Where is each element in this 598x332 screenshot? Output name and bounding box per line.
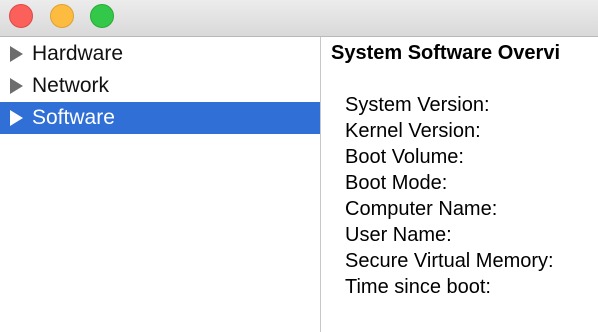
field-boot-volume: Boot Volume:	[345, 146, 464, 168]
field-system-version: System Version:	[345, 94, 490, 116]
category-sidebar: Hardware Network Software	[0, 37, 320, 332]
field-time-since-boot: Time since boot:	[345, 276, 491, 298]
sidebar-item-label: Network	[32, 74, 110, 97]
disclosure-triangle-icon[interactable]	[10, 78, 23, 94]
system-information-window: Hardware Network Software System Softwar…	[0, 0, 598, 332]
field-secure-virtual-memory: Secure Virtual Memory:	[345, 250, 554, 272]
minimize-window-button[interactable]	[50, 4, 74, 28]
disclosure-triangle-icon[interactable]	[10, 46, 23, 62]
sidebar-item-software[interactable]: Software	[0, 102, 320, 134]
sidebar-item-network[interactable]: Network	[0, 70, 320, 102]
sidebar-item-hardware[interactable]: Hardware	[0, 38, 320, 70]
title-bar	[0, 0, 598, 37]
field-user-name: User Name:	[345, 224, 452, 246]
field-boot-mode: Boot Mode:	[345, 172, 448, 194]
field-computer-name: Computer Name:	[345, 198, 498, 220]
software-overview-panel: System Software Overvi System Version: K…	[321, 37, 598, 332]
overview-title: System Software Overvi	[331, 42, 560, 64]
field-kernel-version: Kernel Version:	[345, 120, 481, 142]
sidebar-item-label: Hardware	[32, 42, 124, 65]
disclosure-triangle-icon[interactable]	[10, 110, 23, 126]
zoom-window-button[interactable]	[90, 4, 114, 28]
close-window-button[interactable]	[9, 4, 33, 28]
sidebar-item-label: Software	[32, 106, 115, 129]
